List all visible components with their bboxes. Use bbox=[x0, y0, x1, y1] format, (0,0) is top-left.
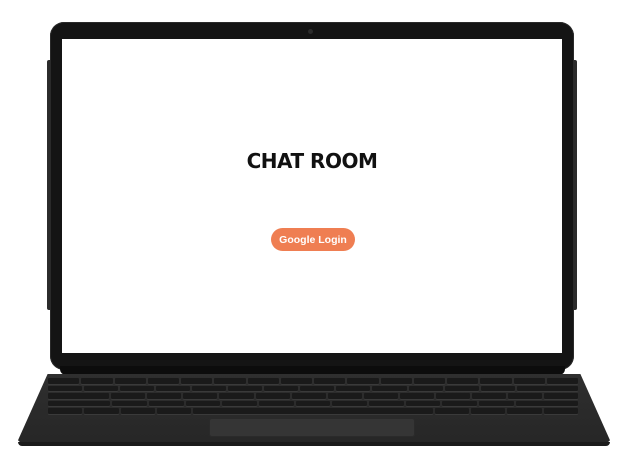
trackpad bbox=[209, 418, 415, 437]
lid-right-edge bbox=[574, 60, 577, 310]
google-login-button[interactable]: Google Login bbox=[271, 228, 355, 251]
page-title: CHAT ROOM bbox=[246, 149, 378, 173]
laptop-screen: CHAT ROOM Google Login bbox=[62, 39, 562, 353]
keyboard-row bbox=[48, 385, 578, 392]
keyboard-row bbox=[48, 400, 578, 407]
laptop-mockup: CHAT ROOM Google Login bbox=[0, 0, 625, 469]
keyboard-row bbox=[48, 393, 578, 399]
keyboard bbox=[48, 378, 578, 414]
base-front-edge bbox=[18, 442, 610, 446]
webcam-icon bbox=[308, 29, 313, 34]
keyboard-row bbox=[48, 378, 578, 384]
laptop-hinge bbox=[60, 366, 565, 375]
keyboard-row bbox=[48, 408, 578, 414]
